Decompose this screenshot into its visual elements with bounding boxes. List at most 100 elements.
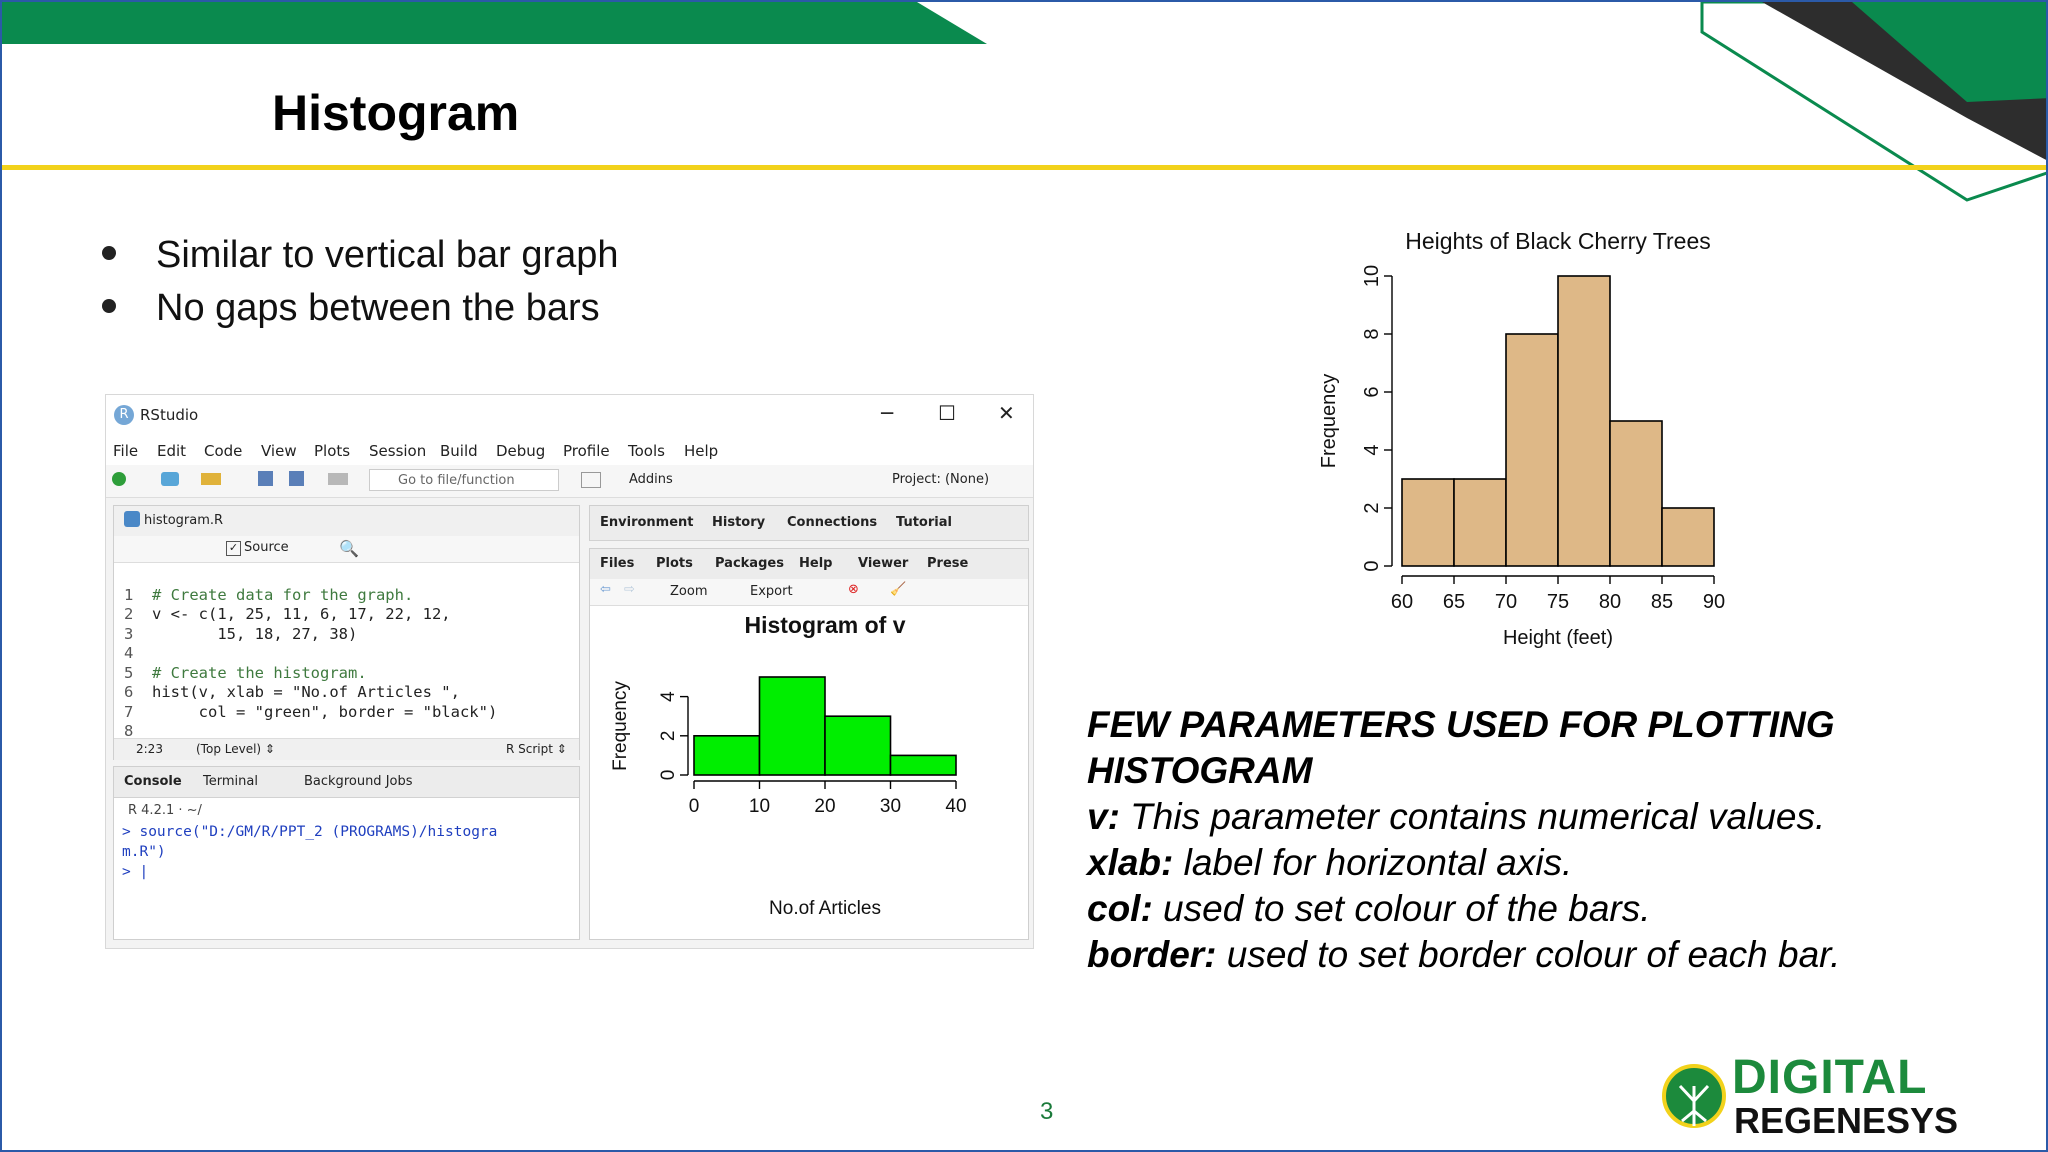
search-icon[interactable]: 🔍 [339, 539, 359, 558]
tab-history[interactable]: History [712, 515, 765, 530]
editor-tab[interactable]: histogram.R [144, 513, 223, 528]
code-line: v <- c(1, 25, 11, 6, 17, 22, 12, [152, 605, 451, 623]
green-header-band [2, 2, 987, 44]
x-axis-label: No.of Articles [769, 898, 881, 919]
tab-files[interactable]: Files [600, 556, 634, 571]
y-tick-label: 2 [1361, 502, 1383, 513]
param-desc: used to set border colour of each bar. [1216, 934, 1841, 975]
editor-toolbar: ✓ Source 🔍 [114, 536, 579, 563]
export-button[interactable]: Export [750, 584, 793, 599]
save-icon[interactable] [258, 471, 273, 486]
new-project-icon[interactable] [161, 472, 179, 486]
logo-text-regenesys: REGENESYS [1734, 1100, 1959, 1141]
line-number: 1 [124, 585, 134, 604]
menu-plots[interactable]: Plots [314, 442, 350, 460]
menu-profile[interactable]: Profile [563, 442, 610, 460]
menu-build[interactable]: Build [440, 442, 478, 460]
r-logo-icon: R [114, 405, 134, 425]
chart-title: Heights of Black Cherry Trees [1405, 228, 1711, 254]
broom-icon[interactable]: 🧹 [890, 582, 906, 597]
code-line: 15, 18, 27, 38) [152, 624, 358, 643]
menu-view[interactable]: View [261, 442, 297, 460]
minimize-button[interactable]: ─ [881, 401, 893, 425]
menu-session[interactable]: Session [369, 442, 426, 460]
console-prompt[interactable]: > | [122, 863, 148, 883]
editor-code[interactable]: 1 # Create data for the graph. 2 v <- c(… [124, 566, 497, 742]
scope-selector[interactable]: (Top Level) ⇕ [196, 742, 275, 756]
cursor-position: 2:23 [136, 742, 163, 756]
source-on-save-label: Source [244, 540, 289, 555]
line-number: 6 [124, 683, 134, 701]
y-axis-label: Frequency [610, 681, 631, 771]
menu-edit[interactable]: Edit [157, 442, 186, 460]
tab-connections[interactable]: Connections [787, 515, 877, 530]
histogram-bar [1609, 420, 1663, 567]
editor-pane: histogram.R ✓ Source 🔍 1 # Create data f… [113, 505, 580, 760]
tab-viewer[interactable]: Viewer [858, 556, 908, 571]
page-title: Histogram [272, 85, 520, 141]
param-desc: This parameter contains numerical values… [1119, 796, 1826, 837]
param-desc: label for horizontal axis. [1173, 842, 1573, 883]
y-tick-label: 8 [1361, 328, 1383, 339]
environment-pane: Environment History Connections Tutorial [589, 505, 1029, 541]
code-line: # Create the histogram. [152, 663, 367, 682]
y-tick-label: 2 [658, 731, 679, 742]
r-file-icon [124, 511, 140, 527]
chart-title: Histogram of v [744, 612, 905, 638]
source-on-save-checkbox[interactable]: ✓ [226, 541, 241, 556]
menu-help[interactable]: Help [684, 442, 718, 460]
histogram-bar [824, 715, 892, 776]
console-line: > source("D:/GM/R/PPT_2 (PROGRAMS)/histo… [122, 824, 498, 840]
grid-layout-icon[interactable] [581, 472, 601, 488]
rs-histogram-chart: Histogram of v 0 10 20 30 40 0 2 4 No.of Articles… [610, 612, 967, 919]
zoom-button[interactable]: Zoom [670, 584, 707, 599]
param-item: xlab: label for horizontal axis. [1087, 840, 2007, 886]
histogram-bar [693, 735, 761, 776]
maximize-button[interactable]: ☐ [938, 401, 956, 425]
x-tick-label: 20 [814, 796, 835, 817]
tab-environment[interactable]: Environment [600, 515, 694, 530]
remove-plot-icon[interactable]: ⊗ [848, 582, 859, 597]
cherry-histogram-chart: Heights of Black Cherry Trees60 65 70 75 80 8… [1318, 228, 1725, 649]
new-file-icon[interactable] [112, 472, 126, 486]
r-version: R 4.2.1 · ~/ [128, 803, 202, 818]
tab-packages[interactable]: Packages [715, 556, 784, 571]
menu-tools[interactable]: Tools [628, 442, 665, 460]
tab-terminal[interactable]: Terminal [203, 774, 258, 789]
save-all-icon[interactable] [289, 471, 304, 486]
tab-tutorial[interactable]: Tutorial [896, 515, 952, 530]
tab-plots[interactable]: Plots [656, 556, 693, 571]
back-arrow-icon[interactable]: ⇦ [600, 582, 611, 597]
file-type-selector[interactable]: R Script ⇕ [506, 742, 567, 756]
addins-menu[interactable]: Addins [629, 472, 673, 487]
tab-background-jobs[interactable]: Background Jobs [304, 774, 413, 789]
goto-file-input[interactable]: Go to file/function [369, 469, 559, 491]
open-folder-icon[interactable] [201, 473, 221, 485]
bullet-item: Similar to vertical bar graph [102, 234, 619, 277]
param-key: col: [1087, 888, 1153, 929]
editor-tabbar: histogram.R [114, 506, 579, 537]
tab-console[interactable]: Console [124, 774, 182, 789]
title-underline [2, 165, 2046, 170]
line-number: 5 [124, 663, 134, 682]
x-tick-label: 0 [689, 796, 700, 817]
project-menu[interactable]: Project: (None) [892, 472, 989, 487]
tab-help[interactable]: Help [799, 556, 832, 571]
window-title: RStudio [140, 406, 199, 424]
histogram-bar [1401, 478, 1455, 567]
menu-code[interactable]: Code [204, 442, 242, 460]
tab-presentation[interactable]: Prese [927, 556, 968, 571]
environment-tabbar: Environment History Connections Tutorial [590, 506, 1028, 541]
y-tick-label: 4 [1361, 444, 1383, 455]
menu-bar: File Edit Code View Plots Session Build … [106, 435, 1033, 465]
param-item: col: used to set colour of the bars. [1087, 886, 2007, 932]
x-tick-label: 70 [1495, 591, 1517, 613]
code-line: # Create data for the graph. [152, 585, 414, 604]
y-tick-label: 10 [1361, 265, 1383, 287]
menu-file[interactable]: File [113, 442, 138, 460]
close-button[interactable]: ✕ [998, 401, 1015, 425]
forward-arrow-icon[interactable]: ⇨ [624, 582, 635, 597]
print-icon[interactable] [328, 473, 348, 485]
tree-logo-icon [1662, 1064, 1726, 1128]
menu-debug[interactable]: Debug [496, 442, 545, 460]
